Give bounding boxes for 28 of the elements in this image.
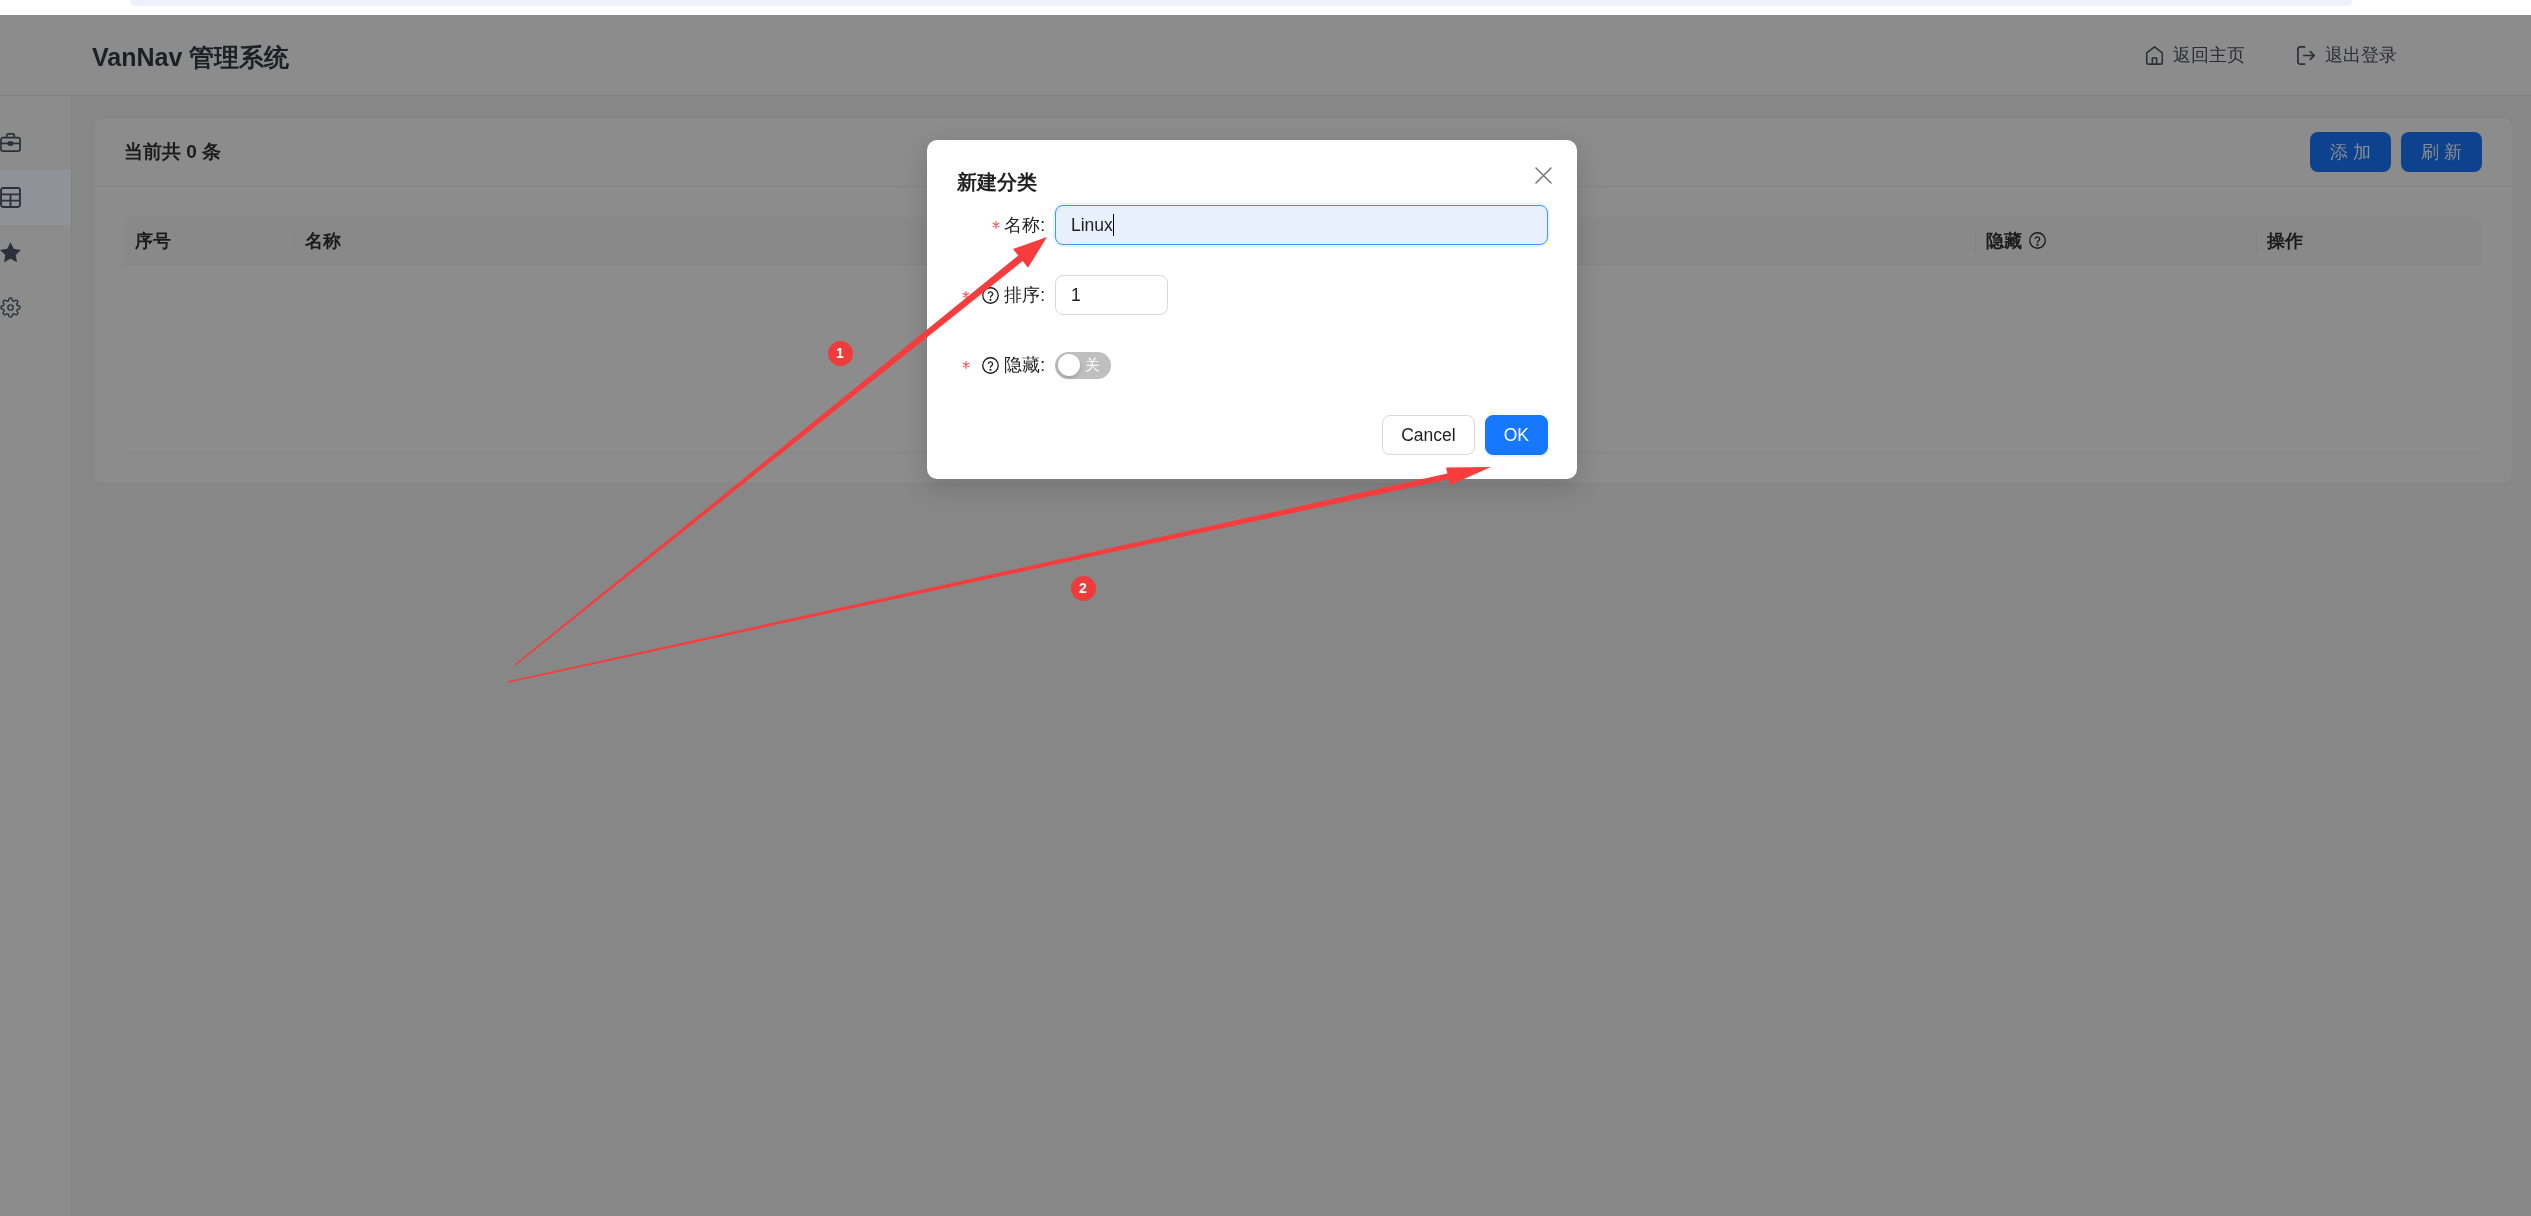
home-icon	[2145, 45, 2164, 65]
logout-icon	[2297, 45, 2316, 65]
close-button[interactable]	[1535, 167, 1552, 184]
column-header: 操作	[2267, 229, 2303, 253]
toolbar-button[interactable]: 刷 新	[2401, 132, 2482, 172]
dialog-title: 新建分类	[957, 170, 1037, 195]
field-label: 隐藏:	[1004, 354, 1045, 377]
briefcase-icon	[0, 132, 21, 153]
column-header: 隐藏	[1986, 229, 2022, 253]
settings-icon	[0, 297, 21, 318]
text-cursor-icon	[1112, 214, 1115, 236]
column-header: 名称	[305, 229, 341, 253]
field-label: 排序:	[1004, 284, 1045, 307]
field-label: 名称:	[1004, 214, 1045, 237]
app-title: VanNav 管理系统	[92, 41, 290, 73]
record-count-title: 当前共 0 条	[124, 140, 222, 164]
star-icon	[0, 242, 21, 263]
ok-button[interactable]: OK	[1484, 415, 1548, 455]
close-icon	[1535, 167, 1552, 184]
table-icon	[0, 187, 21, 208]
column-header: 序号	[135, 229, 171, 253]
toolbar-button[interactable]: 添 加	[2310, 132, 2392, 172]
home-link[interactable]: 返回主页	[2145, 43, 2245, 67]
logout-link[interactable]: 退出登录	[2297, 43, 2397, 67]
text-input[interactable]: 1	[1055, 275, 1168, 315]
sidebar-item[interactable]	[0, 170, 71, 225]
cancel-button[interactable]: Cancel	[1382, 415, 1475, 455]
text-input[interactable]: Linux	[1055, 205, 1548, 245]
